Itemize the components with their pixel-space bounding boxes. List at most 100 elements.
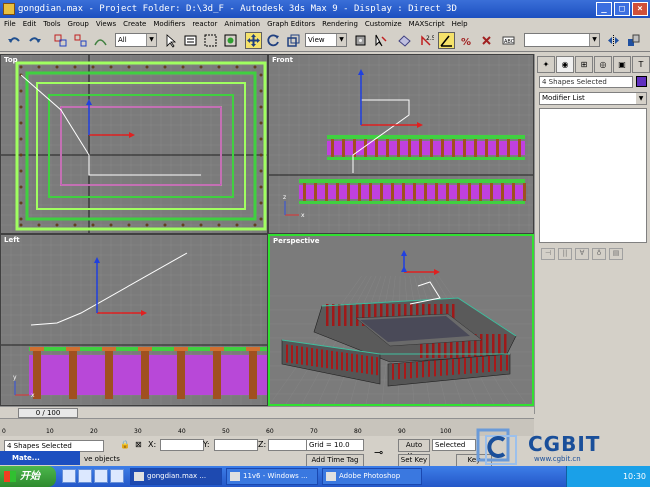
select-link-icon[interactable] [52, 32, 69, 49]
menu-help[interactable]: Help [452, 18, 468, 30]
viewport-left-label[interactable]: Left [4, 236, 20, 244]
close-button[interactable]: × [632, 2, 648, 16]
wall-column [419, 139, 422, 157]
modifier-list-dropdown[interactable]: Modifier List ▼ [539, 92, 647, 105]
selection-filter-dropdown[interactable]: All ▼ [115, 33, 157, 47]
column-marker [91, 223, 95, 227]
menu-file[interactable]: File [4, 18, 16, 30]
selection-name-field[interactable]: 4 Shapes Selected [539, 76, 633, 88]
absolute-mode-icon[interactable]: ⊠ [135, 440, 142, 449]
scale-icon[interactable] [285, 32, 302, 49]
menu-graph-editors[interactable]: Graph Editors [267, 18, 315, 30]
chevron-down-icon: ▼ [336, 34, 346, 46]
time-slider-thumb[interactable]: 0 / 100 [18, 408, 78, 418]
start-button[interactable]: 开始 [0, 466, 56, 487]
redo-icon[interactable] [26, 32, 43, 49]
modify-tab-icon[interactable]: ◉ [556, 56, 574, 73]
select-object-icon[interactable] [162, 32, 179, 49]
window-crossing-icon[interactable] [222, 32, 239, 49]
snaps-toggle-icon[interactable]: 2.5 [418, 32, 436, 49]
remove-modifier-icon[interactable]: ♁ [592, 248, 606, 260]
menu-animation[interactable]: Animation [224, 18, 260, 30]
rotate-icon[interactable] [265, 32, 282, 49]
object-color-swatch[interactable] [636, 76, 647, 87]
maximize-button[interactable]: □ [614, 2, 630, 16]
viewport-perspective-label[interactable]: Perspective [273, 237, 319, 245]
viewport-front-label[interactable]: Front [272, 56, 293, 64]
show-end-result-icon[interactable]: || [558, 248, 572, 260]
auto-key-button[interactable]: Auto Key [398, 439, 430, 460]
utilities-tab-icon[interactable]: T [632, 56, 650, 73]
viewport-top-label[interactable]: Top [4, 56, 18, 64]
hierarchy-tab-icon[interactable]: ⊞ [575, 56, 593, 73]
task-3dsmax[interactable]: gongdian.max ... [130, 468, 222, 485]
wall-column [441, 139, 444, 157]
display-tab-icon[interactable]: ▣ [613, 56, 631, 73]
make-unique-icon[interactable]: ∀ [575, 248, 589, 260]
column-marker [19, 137, 23, 141]
menu-maxscript[interactable]: MAXScript [409, 18, 445, 30]
quicklaunch-desktop-icon[interactable] [78, 469, 92, 483]
menu-customize[interactable]: Customize [365, 18, 402, 30]
wall-column [501, 183, 504, 201]
keyboard-shortcut-icon[interactable] [396, 32, 413, 49]
minimize-button[interactable]: _ [596, 2, 612, 16]
quicklaunch-browser-icon[interactable] [62, 469, 76, 483]
task-photoshop[interactable]: Adobe Photoshop [322, 468, 422, 485]
menu-create[interactable]: Create [123, 18, 146, 30]
wall-column [347, 183, 350, 201]
menu-group[interactable]: Group [68, 18, 89, 30]
column-marker [19, 121, 23, 125]
move-icon[interactable] [245, 32, 262, 49]
menu-edit[interactable]: Edit [23, 18, 37, 30]
time-slider[interactable]: 0 / 100 [0, 406, 534, 418]
named-selection-dropdown[interactable]: ▼ [524, 33, 600, 47]
bind-spacewarp-icon[interactable] [92, 32, 109, 49]
percent-snap-icon[interactable]: % [458, 32, 475, 49]
align-icon[interactable] [625, 32, 642, 49]
menu-rendering[interactable]: Rendering [322, 18, 358, 30]
pin-stack-icon[interactable]: ⊣ [541, 248, 555, 260]
menu-reactor[interactable]: reactor [192, 18, 217, 30]
edit-named-selection-icon[interactable]: ABC [500, 32, 517, 49]
undo-icon[interactable] [6, 32, 23, 49]
track-bar[interactable]: 0 10 20 30 40 50 60 70 80 90 100 [0, 418, 534, 436]
task-explorer[interactable]: 11v6 - Windows ... [226, 468, 318, 485]
y-coordinate-field[interactable] [214, 439, 258, 451]
viewport-left[interactable]: Left xy [0, 234, 268, 406]
top-view-canvas [1, 55, 267, 233]
menu-tools[interactable]: Tools [43, 18, 60, 30]
viewport-front[interactable]: Front xz [268, 54, 534, 234]
spinner-snap-icon[interactable] [478, 32, 495, 49]
mate-window-tab[interactable]: Mate... [0, 451, 80, 465]
wall-column [336, 183, 339, 201]
create-tab-icon[interactable]: ✦ [537, 56, 555, 73]
clock: 10:30 [622, 472, 646, 481]
motion-tab-icon[interactable]: ◎ [594, 56, 612, 73]
column-marker [55, 223, 59, 227]
wall-column [397, 139, 400, 157]
column-marker [109, 223, 113, 227]
menu-views[interactable]: Views [96, 18, 116, 30]
reference-coord-dropdown[interactable]: View ▼ [305, 33, 347, 47]
viewport-perspective[interactable]: Perspective [268, 234, 534, 406]
select-manipulate-icon[interactable] [372, 32, 389, 49]
key-icon[interactable]: ⊸ [374, 446, 383, 459]
quicklaunch-media-icon[interactable] [94, 469, 108, 483]
app-icon[interactable] [3, 3, 15, 15]
lock-selection-icon[interactable]: 🔒 [120, 440, 130, 449]
menu-modifiers[interactable]: Modifiers [153, 18, 185, 30]
track-tick: 60 [266, 428, 274, 435]
quicklaunch-app-icon[interactable] [110, 469, 124, 483]
viewport-top[interactable]: Top [0, 54, 268, 234]
modifier-stack[interactable] [539, 108, 647, 243]
angle-snap-icon[interactable] [438, 32, 455, 49]
pivot-center-icon[interactable] [352, 32, 369, 49]
rect-selection-icon[interactable] [202, 32, 219, 49]
unlink-icon[interactable] [72, 32, 89, 49]
column-marker [19, 169, 23, 173]
configure-sets-icon[interactable]: ▤ [609, 248, 623, 260]
mirror-icon[interactable] [605, 32, 622, 49]
select-by-name-icon[interactable] [182, 32, 199, 49]
x-coordinate-field[interactable] [160, 439, 204, 451]
